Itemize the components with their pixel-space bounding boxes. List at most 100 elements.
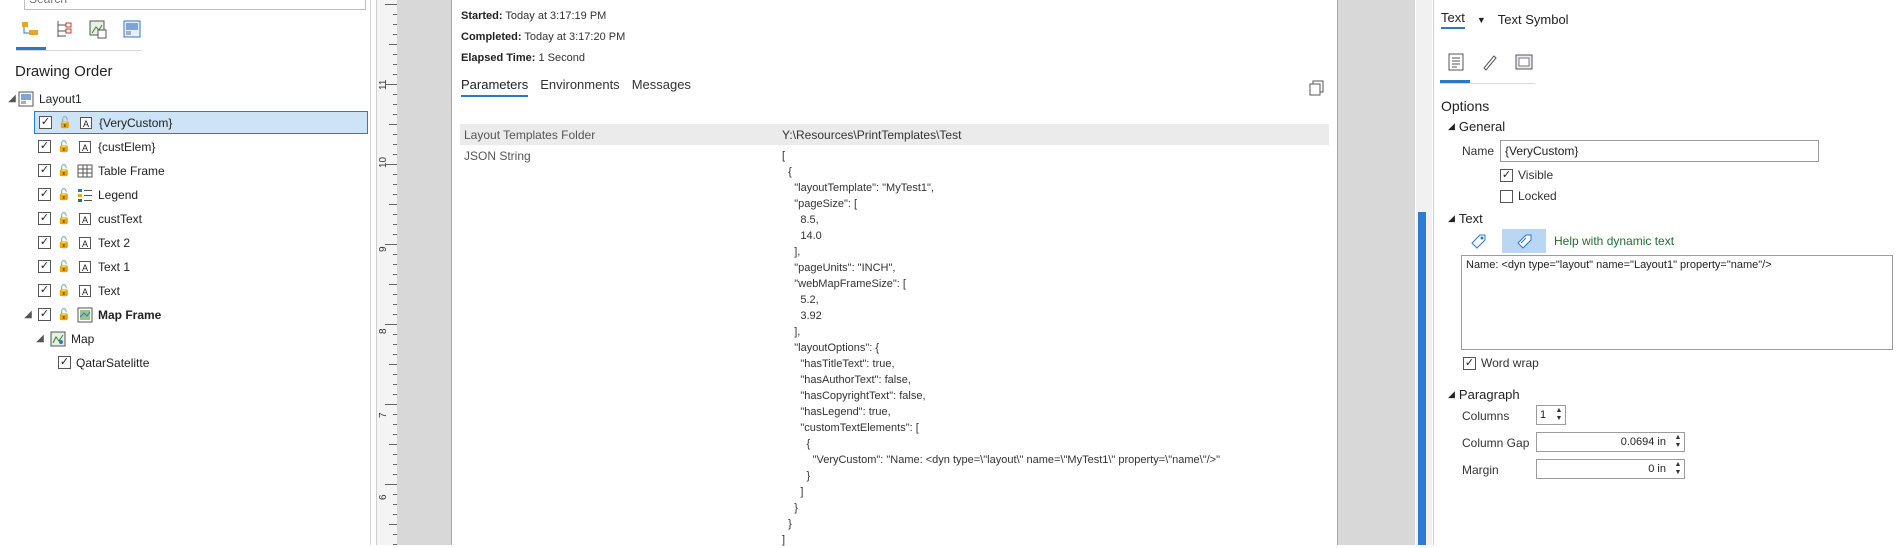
tree-label: {custElem} (98, 139, 156, 154)
options-icon[interactable] (1444, 50, 1468, 74)
spin-arrows-icon[interactable]: ▲ ▼ (1553, 407, 1565, 423)
columns-label: Columns (1462, 409, 1510, 423)
lock-icon[interactable]: 🔓 (56, 187, 72, 203)
spin-arrows-icon[interactable]: ▲ ▼ (1672, 461, 1684, 477)
tree-label: Text (98, 283, 121, 298)
ruler-tick (385, 244, 397, 245)
tree-item-map[interactable]: ◢ Map (34, 327, 402, 350)
lock-icon[interactable]: 🔓 (57, 115, 73, 131)
chevron-down-icon[interactable]: ▼ (336, 0, 345, 1)
visibility-checkbox[interactable]: ✓ (39, 116, 52, 129)
ruler-tick (385, 84, 397, 85)
contents-pane: ▼ Drawing Order ◢ Layout1 ✓ 🔓 A {VeryCus… (0, 0, 371, 545)
locked-option[interactable]: Locked (1500, 189, 1557, 203)
tree-item-custelem[interactable]: ✓ 🔓 A {custElem} (38, 135, 406, 158)
list-by-selection-icon[interactable] (52, 17, 76, 41)
text-section[interactable]: ◢ Text (1448, 211, 1483, 226)
tab-environments[interactable]: Environments (540, 77, 619, 97)
geoprocessing-details-panel: Started: Today at 3:17:19 PM Completed: … (451, 0, 1338, 546)
ruler-tick (389, 444, 397, 445)
param-name: JSON String (464, 149, 531, 163)
tree-item-text-2[interactable]: ✓ 🔓 A Text 2 (38, 231, 406, 254)
search-input[interactable] (25, 0, 333, 7)
lock-icon[interactable]: 🔓 (56, 163, 72, 179)
tab-text-symbol[interactable]: Text Symbol (1498, 12, 1569, 27)
ruler-tick (389, 44, 397, 45)
copy-icon[interactable] (1309, 80, 1325, 99)
tree-item-map-frame[interactable]: ◢ ✓ 🔓 Map Frame (22, 303, 390, 326)
lock-icon[interactable]: 🔓 (56, 259, 72, 275)
visibility-checkbox[interactable]: ✓ (38, 308, 51, 321)
tree-label: {VeryCustom} (99, 115, 173, 130)
details-tabs: Parameters Environments Messages (461, 77, 691, 97)
word-wrap-checkbox[interactable]: ✓ (1463, 356, 1476, 370)
ruler-tick (389, 524, 397, 525)
divider (1440, 83, 1535, 84)
tree-item-layer[interactable]: ✓ QatarSatelitte (58, 351, 426, 374)
lock-icon[interactable]: 🔓 (56, 139, 72, 155)
expand-arrow-icon[interactable]: ◢ (6, 93, 18, 104)
visibility-checkbox[interactable]: ✓ (38, 164, 51, 177)
column-gap-value: 0.0694 in (1620, 436, 1666, 448)
name-field[interactable]: {VeryCustom} (1500, 140, 1819, 162)
scrollbar-thumb[interactable] (1418, 212, 1426, 545)
visible-checkbox[interactable]: ✓ (1500, 168, 1513, 182)
paragraph-section[interactable]: ◢ Paragraph (1448, 387, 1520, 402)
visibility-checkbox[interactable]: ✓ (38, 140, 51, 153)
expand-arrow-icon[interactable]: ◢ (34, 333, 46, 344)
search-box[interactable]: ▼ (24, 0, 366, 10)
tree-item-text-1[interactable]: ✓ 🔓 A Text 1 (38, 255, 406, 278)
locked-checkbox[interactable] (1500, 189, 1513, 203)
lock-icon[interactable]: 🔓 (56, 235, 72, 251)
expand-arrow-icon[interactable]: ◢ (22, 309, 34, 320)
parameter-row: Layout Templates Folder Y:\Resources\Pri… (460, 124, 1329, 145)
help-dynamic-text-link[interactable]: Help with dynamic text (1554, 234, 1674, 248)
list-by-drawing-order-icon[interactable] (18, 17, 42, 41)
tree-item-text[interactable]: ✓ 🔓 A Text (38, 279, 406, 302)
collapse-arrow-icon[interactable]: ◢ (1448, 121, 1455, 132)
visibility-checkbox[interactable]: ✓ (38, 236, 51, 249)
insert-dynamic-text-icon[interactable] (1462, 229, 1494, 253)
columns-stepper[interactable]: 1 ▲ ▼ (1536, 405, 1566, 425)
tree-item-table-frame[interactable]: ✓ 🔓 Table Frame (38, 159, 406, 182)
tab-messages[interactable]: Messages (632, 77, 691, 97)
list-by-map-icon[interactable] (120, 17, 144, 41)
column-gap-stepper[interactable]: 0.0694 in ▲ ▼ (1536, 432, 1685, 452)
tree-label: Text 2 (98, 235, 131, 250)
tree-item-layout1[interactable]: ◢ Layout1 (0, 87, 368, 110)
tree-item-verycustom[interactable]: ✓ 🔓 A {VeryCustom} (34, 111, 368, 134)
lock-icon[interactable]: 🔓 (56, 283, 72, 299)
list-by-type-icon[interactable] (86, 17, 110, 41)
tab-text[interactable]: Text (1441, 10, 1465, 29)
dynamic-text-tag-icon[interactable] (1502, 229, 1546, 253)
text-content-editor[interactable]: Name: <dyn type="layout" name="Layout1" … (1461, 255, 1893, 350)
display-icon[interactable] (1512, 50, 1536, 74)
tab-parameters[interactable]: Parameters (461, 77, 529, 97)
tree-item-custtext[interactable]: ✓ 🔓 A custText (38, 207, 406, 230)
word-wrap-option[interactable]: ✓ Word wrap (1463, 356, 1539, 370)
general-section[interactable]: ◢ General (1448, 119, 1505, 134)
ruler-label: 6 (378, 494, 389, 500)
spin-arrows-icon[interactable]: ▲ ▼ (1672, 434, 1684, 450)
margin-stepper[interactable]: 0 in ▲ ▼ (1536, 459, 1685, 479)
tree-label: QatarSatelitte (76, 355, 150, 370)
visibility-checkbox[interactable]: ✓ (38, 212, 51, 225)
lock-icon[interactable]: 🔓 (56, 307, 72, 323)
chevron-down-icon[interactable]: ▼ (1477, 15, 1486, 25)
visibility-checkbox[interactable]: ✓ (38, 188, 51, 201)
tree-label: Map Frame (98, 307, 162, 322)
options-heading: Options (1441, 98, 1490, 114)
visible-option[interactable]: ✓ Visible (1500, 168, 1553, 182)
visibility-checkbox[interactable]: ✓ (58, 356, 71, 369)
tree-item-legend[interactable]: ✓ 🔓 Legend (38, 183, 406, 206)
visibility-checkbox[interactable]: ✓ (38, 284, 51, 297)
format-subtabs (1444, 50, 1536, 74)
visibility-checkbox[interactable]: ✓ (38, 260, 51, 273)
symbol-icon[interactable] (1478, 50, 1502, 74)
lock-icon[interactable]: 🔓 (56, 211, 72, 227)
collapse-arrow-icon[interactable]: ◢ (1448, 389, 1455, 400)
collapse-arrow-icon[interactable]: ◢ (1448, 213, 1455, 224)
text-element-icon: A (77, 259, 93, 275)
tree-label: Layout1 (39, 91, 82, 106)
ruler-label: 9 (378, 246, 389, 252)
